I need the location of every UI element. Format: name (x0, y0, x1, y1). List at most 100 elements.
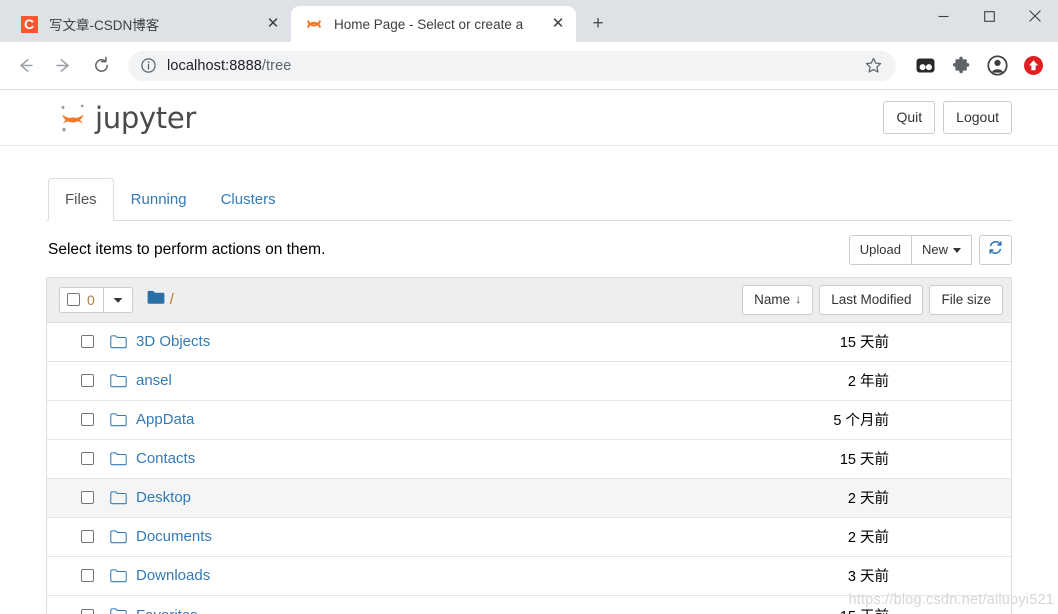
browser-tab-title: Home Page - Select or create a (334, 16, 524, 32)
file-modified: 3 天前 (847, 569, 889, 586)
file-name-link[interactable]: ansel (136, 372, 848, 389)
folder-icon (110, 530, 127, 544)
select-all-checkbox[interactable] (67, 293, 80, 307)
selection-dropdown-button[interactable] (103, 286, 133, 313)
refresh-button[interactable] (979, 235, 1012, 266)
jupyter-tab-bar: Files Running Clusters (46, 178, 1012, 221)
sort-by-name-button[interactable]: Name ↓ (742, 285, 814, 315)
jupyter-header: jupyter Quit Logout (0, 90, 1058, 146)
browser-toolbar: localhost:8888/tree (0, 42, 1058, 90)
row-checkbox[interactable] (81, 413, 94, 427)
table-row[interactable]: Documents 2 天前 (47, 517, 1011, 557)
browser-tab-csdn[interactable]: C 写文章-CSDN博客 ✕ (6, 6, 291, 42)
jupyter-logo-icon (58, 102, 88, 134)
info-circle-icon[interactable] (140, 57, 157, 74)
table-row[interactable]: ansel 2 年前 (47, 361, 1011, 401)
file-list-rows: 3D Objects 15 天前 ansel 2 年前 AppData 5 个月前 Cont… (47, 322, 1011, 614)
row-checkbox[interactable] (81, 569, 94, 583)
file-name-link[interactable]: 3D Objects (136, 333, 840, 350)
folder-icon (110, 608, 127, 614)
file-list-header: 0 / Name ↓ Last Modified File size (47, 278, 1011, 323)
table-row[interactable]: Favorites15 天前 (47, 595, 1011, 614)
action-bar: Select items to perform actions on them.… (46, 221, 1012, 277)
sort-by-filesize-button[interactable]: File size (929, 285, 1003, 315)
selected-count: 0 (87, 291, 95, 308)
table-row[interactable]: Contacts 15 天前 (47, 439, 1011, 479)
url-text: localhost:8888/tree (167, 58, 858, 74)
jupyter-body: Files Running Clusters Select items to p… (0, 178, 1058, 614)
jupyter-logo[interactable]: jupyter (58, 101, 883, 135)
url-path: /tree (261, 57, 292, 74)
tab-files[interactable]: Files (48, 178, 114, 221)
star-icon[interactable] (864, 56, 884, 76)
file-name-link[interactable]: Downloads (136, 567, 848, 584)
logout-button[interactable]: Logout (943, 100, 1012, 135)
profile-icon[interactable] (982, 51, 1012, 81)
breadcrumb[interactable]: / (147, 290, 174, 310)
tab-running[interactable]: Running (114, 178, 204, 221)
new-dropdown-button[interactable]: New (910, 235, 972, 266)
back-arrow-icon[interactable] (8, 49, 42, 83)
table-row[interactable]: Desktop 2 天前 (47, 478, 1011, 518)
chevron-down-icon (113, 291, 123, 309)
sort-by-modified-button[interactable]: Last Modified (819, 285, 924, 315)
select-all-button[interactable]: 0 (59, 286, 104, 313)
maximize-icon[interactable] (966, 0, 1012, 32)
breadcrumb-path: / (169, 291, 174, 308)
close-icon[interactable]: ✕ (263, 14, 283, 34)
file-modified: 15 天前 (840, 605, 903, 614)
action-buttons: Upload New (848, 235, 1012, 266)
jupyter-icon (305, 15, 323, 33)
table-row[interactable]: Downloads 3 天前 (47, 556, 1011, 596)
row-checkbox[interactable] (81, 491, 94, 505)
quit-button[interactable]: Quit (883, 100, 936, 135)
table-row[interactable]: 3D Objects 15 天前 (47, 322, 1011, 362)
new-tab-button[interactable]: + (584, 10, 612, 38)
browser-tab-jupyter[interactable]: Home Page - Select or create a ✕ (291, 6, 576, 42)
folder-filled-icon (147, 290, 165, 310)
file-modified: 15 天前 (839, 335, 889, 352)
file-modified: 2 年前 (847, 374, 889, 391)
minimize-icon[interactable] (920, 0, 966, 32)
window-controls (920, 0, 1058, 32)
file-name-link[interactable]: Contacts (136, 450, 840, 467)
table-row[interactable]: AppData 5 个月前 (47, 400, 1011, 440)
download-manager-icon[interactable] (1018, 51, 1048, 81)
close-icon[interactable]: ✕ (548, 14, 568, 34)
puzzle-icon[interactable] (946, 51, 976, 81)
folder-icon (110, 569, 127, 583)
row-checkbox[interactable] (81, 374, 94, 388)
reload-icon[interactable] (84, 49, 118, 83)
row-checkbox[interactable] (81, 608, 94, 614)
selection-instruction: Select items to perform actions on them. (48, 241, 326, 259)
file-name-link[interactable]: AppData (136, 411, 833, 428)
folder-icon (110, 374, 127, 388)
sort-buttons: Name ↓ Last Modified File size (742, 285, 1003, 315)
browser-tab-title: 写文章-CSDN博客 (49, 18, 160, 33)
file-modified: 2 天前 (847, 530, 889, 547)
file-list-header-left: 0 / (59, 286, 742, 313)
tab-clusters[interactable]: Clusters (204, 178, 293, 221)
refresh-icon (988, 241, 1003, 258)
file-modified: 2 天前 (847, 491, 889, 508)
file-modified: 5 个月前 (833, 413, 889, 430)
media-icon[interactable] (910, 51, 940, 81)
row-checkbox[interactable] (81, 530, 94, 544)
close-icon[interactable] (1012, 0, 1058, 32)
address-bar[interactable]: localhost:8888/tree (128, 50, 896, 81)
file-name-link[interactable]: Favorites (136, 607, 840, 614)
folder-icon (110, 452, 127, 466)
arrow-down-icon: ↓ (795, 292, 802, 307)
file-name-link[interactable]: Documents (136, 528, 848, 545)
file-list: 0 / Name ↓ Last Modified File size 3D Ob… (46, 277, 1012, 614)
select-all-group: 0 (59, 286, 133, 313)
folder-icon (110, 413, 127, 427)
row-checkbox[interactable] (81, 335, 94, 349)
row-checkbox[interactable] (81, 452, 94, 466)
file-name-link[interactable]: Desktop (136, 489, 848, 506)
jupyter-logo-text: jupyter (95, 100, 197, 135)
forward-arrow-icon[interactable] (46, 49, 80, 83)
browser-tab-strip: C 写文章-CSDN博客 ✕ Home Page - Select or cre… (0, 0, 1058, 42)
new-label: New (921, 242, 948, 257)
upload-button[interactable]: Upload (848, 235, 912, 266)
